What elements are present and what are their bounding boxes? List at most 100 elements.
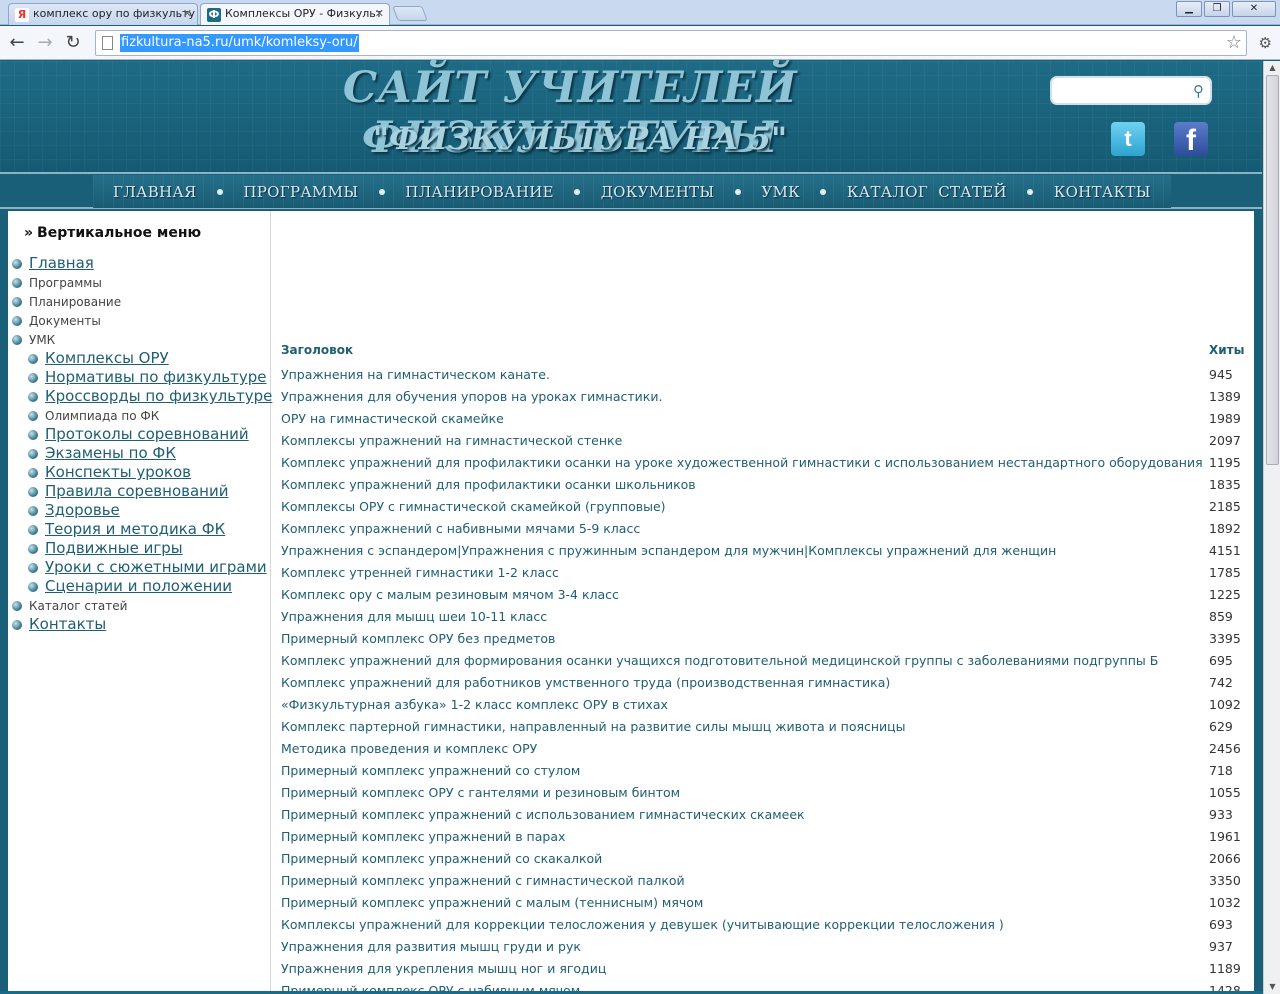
sidebar-item[interactable]: Правила соревнований — [12, 481, 272, 500]
maximize-icon[interactable]: ❐ — [1204, 1, 1230, 17]
column-header-hits[interactable]: Хиты — [1209, 343, 1244, 357]
facebook-icon[interactable]: f — [1174, 122, 1208, 157]
sidebar-item[interactable]: Теория и методика ФК — [12, 519, 272, 538]
bookmark-star-icon[interactable]: ☆ — [1226, 32, 1242, 53]
sidebar-item-label[interactable]: Конспекты уроков — [45, 463, 191, 481]
article-link[interactable]: Комплексы ОРУ с гимнастической скамейкой… — [281, 499, 666, 514]
article-link[interactable]: Комплекс упражнений для профилактики оса… — [281, 477, 696, 492]
article-link[interactable]: Комплекс упражнений с набивными мячами 5… — [281, 521, 640, 536]
article-link[interactable]: Упражнения на гимнастическом канате. — [281, 367, 550, 382]
article-link[interactable]: Примерный комплекс упражнений с малым (т… — [281, 895, 703, 910]
nav-item-documents[interactable]: ДОКУМЕНТЫ — [601, 183, 715, 201]
back-arrow-icon[interactable]: ← — [6, 32, 28, 54]
nav-item-umk[interactable]: УМК — [761, 183, 800, 201]
sidebar-item-label[interactable]: Главная — [29, 254, 94, 272]
sidebar-item[interactable]: Каталог статей — [12, 595, 272, 614]
article-link[interactable]: Комплекс упражнений для профилактики оса… — [281, 455, 1203, 470]
browser-tab-1[interactable]: Я комплекс ору по физкульту ✕ — [8, 3, 198, 25]
address-bar[interactable]: fizkultura-na5.ru/umk/komleksy-oru/ ☆ — [95, 30, 1247, 56]
sidebar-item[interactable]: Олимпиада по ФК — [12, 405, 272, 424]
article-link[interactable]: Комплекс упражнений для работников умств… — [281, 675, 890, 690]
sidebar-item[interactable]: Программы — [12, 272, 272, 291]
article-link[interactable]: Упражнения для мышц шеи 10-11 класс — [281, 609, 547, 624]
scrollbar-thumb[interactable] — [1266, 75, 1279, 465]
sidebar-item-label[interactable]: Кроссворды по физкультуре — [45, 387, 272, 405]
nav-item-home[interactable]: ГЛАВНАЯ — [113, 183, 197, 201]
sidebar-item[interactable]: Документы — [12, 310, 272, 329]
scroll-up-icon[interactable]: ▲ — [1265, 61, 1280, 75]
nav-item-programs[interactable]: ПРОГРАММЫ — [243, 183, 358, 201]
sidebar-item-label[interactable]: Правила соревнований — [45, 482, 228, 500]
sidebar-item-label[interactable]: Планирование — [29, 295, 121, 309]
sidebar-item-label[interactable]: Олимпиада по ФК — [45, 409, 159, 423]
article-link[interactable]: ОРУ на гимнастической скамейке — [281, 411, 504, 426]
close-icon[interactable]: ✕ — [375, 4, 384, 24]
sidebar-item[interactable]: Экзамены по ФК — [12, 443, 272, 462]
sidebar-item[interactable]: Здоровье — [12, 500, 272, 519]
search-icon[interactable]: ⚲ — [1193, 82, 1204, 100]
twitter-icon[interactable]: t — [1111, 122, 1145, 156]
sidebar-item[interactable]: Сценарии и положении — [12, 576, 272, 595]
sidebar-item[interactable]: Контакты — [12, 614, 272, 633]
sidebar-item[interactable]: Конспекты уроков — [12, 462, 272, 481]
article-link[interactable]: Комплекс ору с малым резиновым мячом 3-4… — [281, 587, 619, 602]
article-link[interactable]: Примерный комплекс упражнений с использо… — [281, 807, 805, 822]
article-link[interactable]: Комплексы упражнений на гимнастической с… — [281, 433, 622, 448]
sidebar-item-label[interactable]: Нормативы по физкультуре — [45, 368, 266, 386]
sidebar-item-label[interactable]: Программы — [29, 276, 102, 290]
article-link[interactable]: Упражнения для укрепления мышц ног и яго… — [281, 961, 606, 976]
article-link[interactable]: Примерный комплекс ОРУ с гантелями и рез… — [281, 785, 680, 800]
search-input[interactable]: ⚲ — [1050, 76, 1212, 105]
sidebar-item-label[interactable]: Каталог статей — [29, 599, 127, 613]
column-header-title[interactable]: Заголовок — [281, 343, 353, 357]
nav-item-catalog[interactable]: КАТАЛОГ СТАТЕЙ — [847, 183, 1007, 201]
sidebar-item-label[interactable]: УМК — [29, 333, 55, 347]
window-close-icon[interactable]: ✕ — [1232, 1, 1276, 17]
wrench-menu-icon[interactable]: ⚙ — [1259, 34, 1272, 52]
sidebar-item-label[interactable]: Контакты — [29, 615, 106, 633]
sidebar-item-label[interactable]: Комплексы ОРУ — [45, 349, 169, 367]
sidebar-item-label[interactable]: Сценарии и положении — [45, 577, 232, 595]
article-link[interactable]: Упражнения для обучения упоров на уроках… — [281, 389, 662, 404]
minimize-icon[interactable]: ▁ — [1176, 1, 1202, 17]
article-link[interactable]: Примерный комплекс упражнений в парах — [281, 829, 565, 844]
url-text[interactable]: fizkultura-na5.ru/umk/komleksy-oru/ — [120, 34, 359, 52]
sidebar-item-label[interactable]: Подвижные игры — [45, 539, 183, 557]
article-link[interactable]: «Физкультурная азбука» 1-2 класс комплек… — [281, 697, 668, 712]
close-icon[interactable]: ✕ — [183, 4, 192, 24]
article-link[interactable]: Комплекс утренней гимнастики 1-2 класс — [281, 565, 559, 580]
sidebar-item[interactable]: Нормативы по физкультуре — [12, 367, 272, 386]
sidebar-item-label[interactable]: Уроки с сюжетными играми — [45, 558, 267, 576]
article-link[interactable]: Примерный комплекс ОРУ без предметов — [281, 631, 555, 646]
sidebar-item-label[interactable]: Экзамены по ФК — [45, 444, 176, 462]
nav-item-contacts[interactable]: КОНТАКТЫ — [1054, 183, 1151, 201]
sidebar-item[interactable]: Кроссворды по физкультуре — [12, 386, 272, 405]
sidebar-item[interactable]: УМК — [12, 329, 272, 348]
article-link[interactable]: Упражнения с эспандером|Упражнения с пру… — [281, 543, 1056, 558]
article-link[interactable]: Комплекс партерной гимнастики, направлен… — [281, 719, 906, 734]
article-link[interactable]: Примерный комплекс упражнений с гимнасти… — [281, 873, 685, 888]
browser-tab-2[interactable]: Ф Комплексы ОРУ - Физкульт ✕ — [200, 3, 390, 25]
nav-item-planning[interactable]: ПЛАНИРОВАНИЕ — [405, 183, 554, 201]
sidebar-item[interactable]: Протоколы соревнований — [12, 424, 272, 443]
vertical-scrollbar[interactable]: ▲ ▼ — [1263, 61, 1280, 994]
new-tab-button[interactable] — [392, 6, 428, 21]
sidebar-item-label[interactable]: Протоколы соревнований — [45, 425, 249, 443]
sidebar-item[interactable]: Уроки с сюжетными играми — [12, 557, 272, 576]
sidebar-item[interactable]: Комплексы ОРУ — [12, 348, 272, 367]
forward-arrow-icon[interactable]: → — [34, 32, 56, 54]
article-link[interactable]: Комплексы упражнений для коррекции телос… — [281, 917, 1004, 932]
article-link[interactable]: Примерный комплекс упражнений со скакалк… — [281, 851, 602, 866]
article-link[interactable]: Упражнения для развития мышц груди и рук — [281, 939, 581, 954]
article-link[interactable]: Методика проведения и комплекс ОРУ — [281, 741, 537, 756]
sidebar-item-label[interactable]: Документы — [29, 314, 101, 328]
article-link[interactable]: Примерный комплекс упражнений со стулом — [281, 763, 580, 778]
article-link[interactable]: Комплекс упражнений для формирования оса… — [281, 653, 1158, 668]
sidebar-item[interactable]: Главная — [12, 253, 272, 272]
scroll-down-icon[interactable]: ▼ — [1265, 980, 1280, 994]
sidebar-item-label[interactable]: Здоровье — [45, 501, 120, 519]
reload-icon[interactable]: ↻ — [62, 32, 84, 54]
sidebar-item-label[interactable]: Теория и методика ФК — [45, 520, 225, 538]
sidebar-item[interactable]: Подвижные игры — [12, 538, 272, 557]
sidebar-item[interactable]: Планирование — [12, 291, 272, 310]
